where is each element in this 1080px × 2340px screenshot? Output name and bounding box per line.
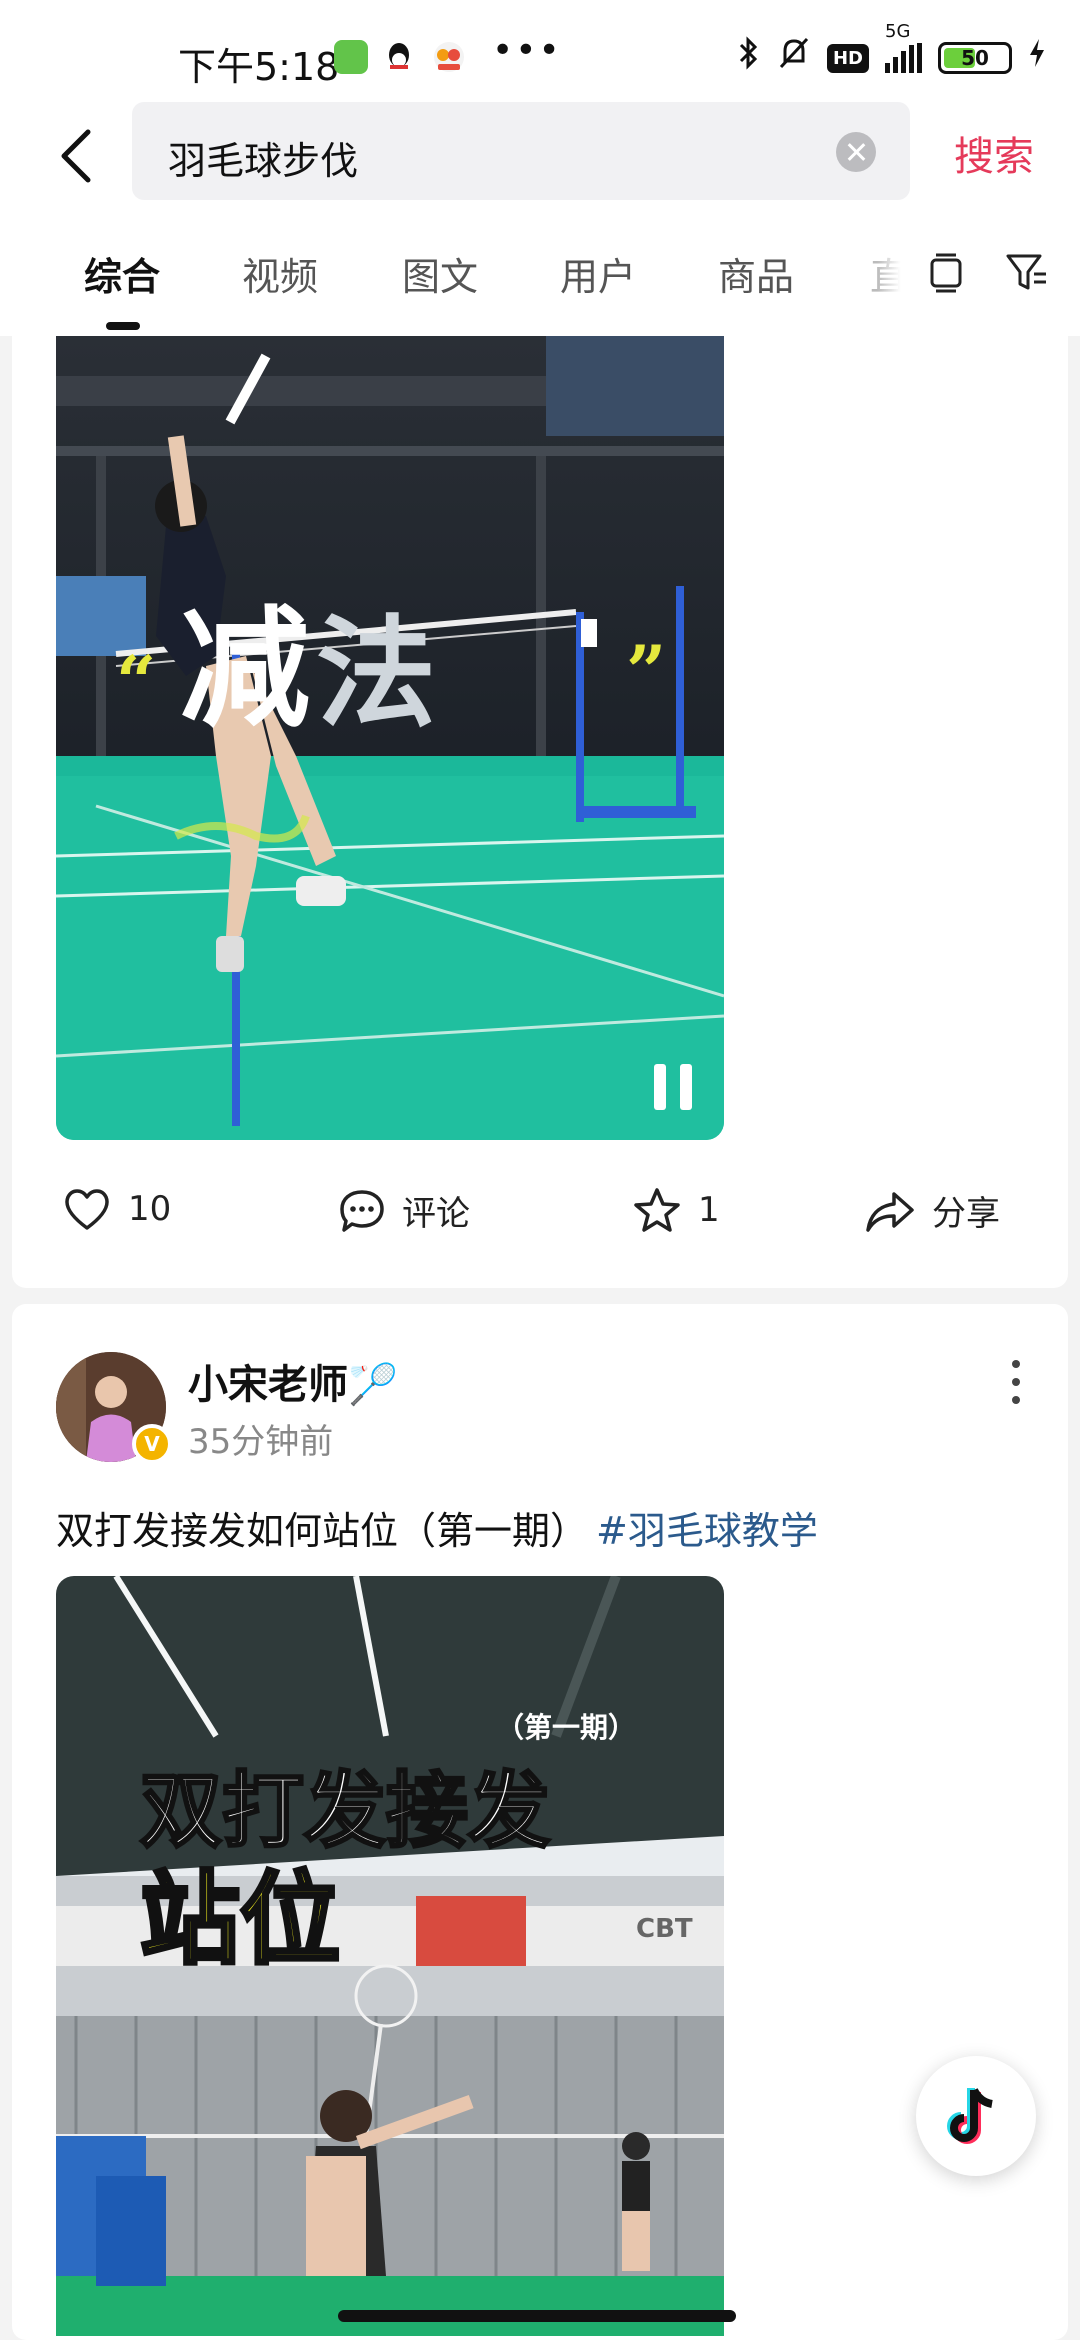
star-icon xyxy=(634,1188,680,1232)
search-header: 羽毛球步伐 搜索 xyxy=(0,100,1080,220)
caption-text: 双打发接发如何站位（第一期） xyxy=(56,1509,589,1553)
search-button[interactable]: 搜索 xyxy=(954,124,1034,182)
tab-live[interactable]: 直 xyxy=(870,246,908,301)
overlay-char-1: 减 xyxy=(180,593,311,745)
post-time: 35分钟前 xyxy=(188,1422,334,1462)
status-icons: HD 5G 50 xyxy=(737,21,1046,80)
thumbnail-issue: （第一期） xyxy=(496,1711,637,1744)
battery-icon: 50 xyxy=(938,42,1012,74)
tab-comprehensive[interactable]: 综合 xyxy=(84,246,160,301)
thumbnail-title-line2: 站位 xyxy=(138,1859,342,1980)
search-input[interactable]: 羽毛球步伐 xyxy=(132,102,910,200)
tab-video[interactable]: 视频 xyxy=(242,246,318,301)
58-app-icon xyxy=(432,40,466,74)
heart-icon xyxy=(65,1189,109,1230)
tab-indicator xyxy=(106,322,140,330)
verified-badge: V xyxy=(132,1424,172,1464)
status-time: 下午5:18 xyxy=(178,45,340,89)
home-indicator[interactable] xyxy=(338,2310,736,2322)
back-button[interactable] xyxy=(50,116,110,186)
more-notifications-icon: ••• xyxy=(492,30,562,71)
post-card: V 小宋老师🏸 35分钟前 双打发接发如何站位（第一期） #羽毛球教学 （第一期… xyxy=(12,1304,1068,2340)
video-player[interactable]: “ ” 减 法 xyxy=(56,336,724,1140)
layout-icon[interactable] xyxy=(924,250,968,294)
post-card: “ ” 减 法 10 评论 1 分享 xyxy=(12,336,1068,1288)
comment-icon xyxy=(340,1189,384,1232)
favorite-count: 1 xyxy=(698,1190,720,1230)
like-count: 10 xyxy=(128,1189,172,1229)
hd-icon: HD xyxy=(826,43,869,73)
thumbnail-sign: CBT xyxy=(636,1914,693,1944)
back-arrow-icon xyxy=(61,129,91,183)
result-tabs: 综合 视频 图文 用户 商品 直 xyxy=(0,220,1080,336)
wechat-app-icon xyxy=(334,40,368,74)
search-query: 羽毛球步伐 xyxy=(168,139,359,183)
share-icon xyxy=(866,1191,914,1232)
tab-users[interactable]: 用户 xyxy=(560,246,636,301)
douyin-button[interactable] xyxy=(916,2056,1036,2176)
mute-bell-icon xyxy=(777,35,811,82)
video-player[interactable]: （第一期） 双打发接发 站位 CBT xyxy=(56,1576,724,2336)
clear-icon[interactable] xyxy=(836,132,876,172)
share-label: 分享 xyxy=(932,1194,1000,1234)
svg-text:”: ” xyxy=(626,630,666,713)
comment-label: 评论 xyxy=(402,1194,470,1234)
more-options-icon[interactable] xyxy=(1010,1360,1020,1404)
post-actions: 10 评论 1 分享 xyxy=(12,1172,1068,1252)
overlay-char-2: 法 xyxy=(316,605,436,744)
douyin-icon xyxy=(947,2088,993,2144)
filter-icon[interactable] xyxy=(1004,250,1048,294)
status-bar: 下午5:18 ••• HD 5G 50 xyxy=(0,0,1080,100)
charging-icon xyxy=(1028,37,1046,80)
comment-button[interactable]: 评论 xyxy=(338,1186,470,1235)
favorite-button[interactable]: 1 xyxy=(632,1186,720,1234)
like-button[interactable]: 10 xyxy=(62,1186,171,1232)
tab-products[interactable]: 商品 xyxy=(718,246,794,301)
hashtag-link[interactable]: #羽毛球教学 xyxy=(596,1509,818,1553)
signal-icon: 5G xyxy=(885,21,922,73)
svg-text:“: “ xyxy=(116,640,156,723)
share-button[interactable]: 分享 xyxy=(864,1186,1000,1235)
post-caption[interactable]: 双打发接发如何站位（第一期） #羽毛球教学 xyxy=(56,1500,818,1555)
tab-image-text[interactable]: 图文 xyxy=(402,246,478,301)
pause-icon[interactable] xyxy=(654,1064,694,1110)
qq-app-icon xyxy=(382,40,416,74)
bluetooth-icon xyxy=(737,35,761,82)
author-name[interactable]: 小宋老师🏸 xyxy=(188,1352,398,1410)
